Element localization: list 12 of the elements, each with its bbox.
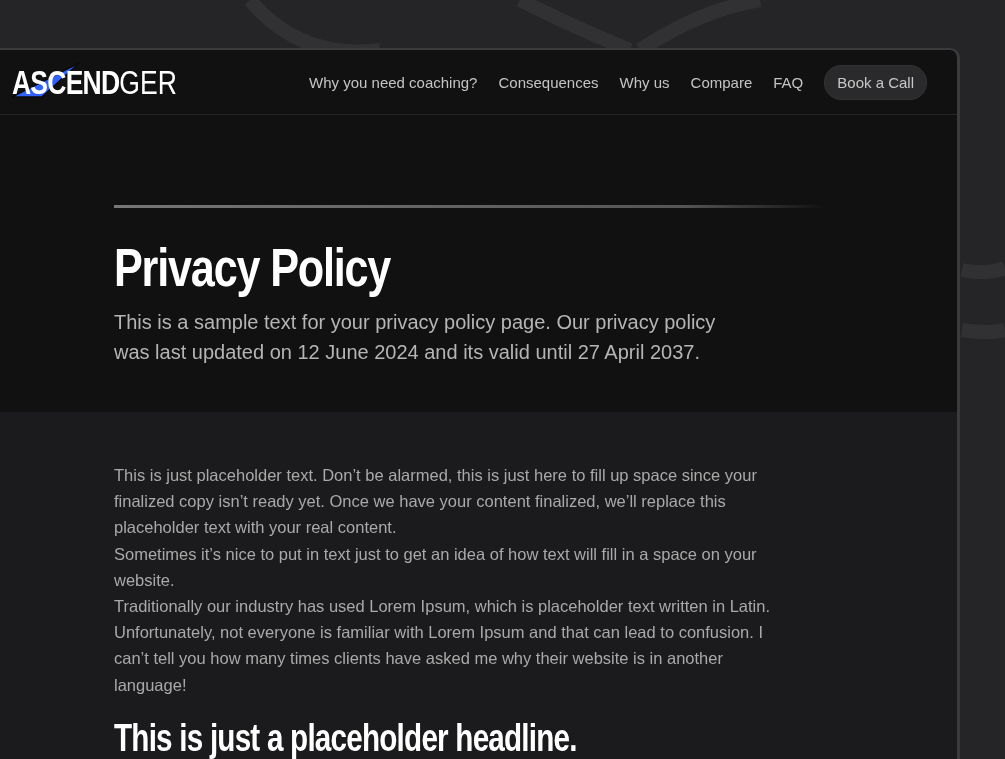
nav-link[interactable]: Why you need coaching? (309, 73, 478, 91)
nav-link[interactable]: Why us (619, 73, 670, 91)
section-headline: This is just a placeholder headline. (114, 717, 577, 759)
nav-link[interactable]: Consequences (498, 73, 599, 91)
page-title: Privacy Policy (114, 238, 391, 298)
nav-link[interactable]: Compare (690, 73, 753, 91)
nav-link[interactable]: FAQ (773, 73, 804, 91)
page-subtitle: This is a sample text for your privacy policy page. Our privacy policy was last updated on 12 June 2024 and its valid until 27 April 2037. (114, 310, 717, 366)
book-call-button[interactable]: Book a Call (824, 64, 927, 100)
body-paragraph: Sometimes it’s nice to put in text just to get an idea of how text will fill in a space on your website. (114, 543, 758, 591)
body-paragraph: This is just placeholder text. Don’t be alarmed, this is just here to fill up space since your finalized copy isn’t ready yet. Once we have your content finalized, we’ll replace this placeholder text with your real content. (114, 465, 758, 539)
body-paragraph: Traditionally our industry has used Lorem Ipsum, which is placeholder text written in Latin. Unfortunately, not everyone is familiar with Lorem Ipsum and that can lead to confusion. I can’t tell you how many times clients have asked me why their website is in another language! (114, 596, 772, 696)
